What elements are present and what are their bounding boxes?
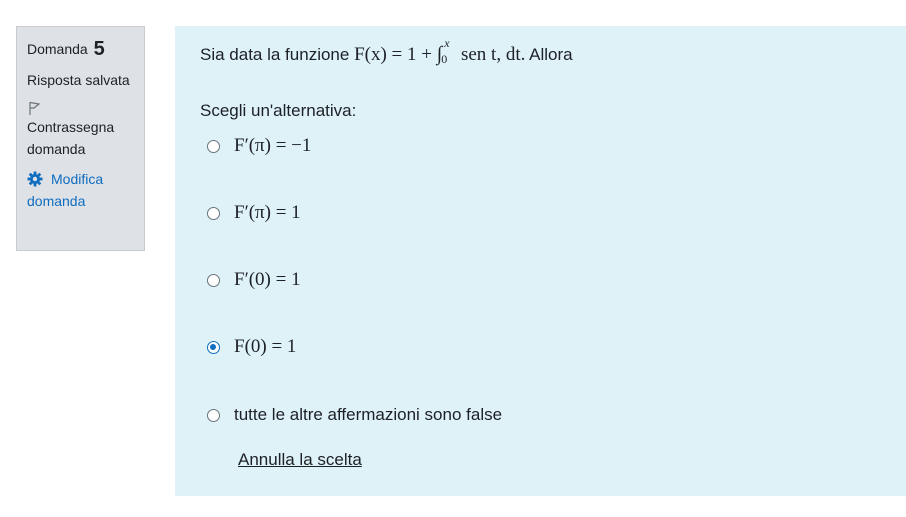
- answer-option-2[interactable]: F′(π) = 1: [207, 201, 301, 225]
- answer-option-label[interactable]: F(0) = 1: [234, 336, 296, 358]
- question-number-value: 5: [93, 38, 105, 60]
- integrand: sen t, dt.: [460, 44, 526, 65]
- answer-prompt: Scegli un'alternativa:: [200, 101, 357, 120]
- radio-button-selected[interactable]: [207, 340, 220, 354]
- answer-option-label[interactable]: tutte le altre affermazioni sono false: [234, 405, 502, 425]
- formula-lhs: F(x) = 1 +: [354, 44, 432, 65]
- answer-option-1[interactable]: F′(π) = −1: [207, 134, 311, 158]
- question-text-suffix: Allora: [529, 45, 573, 64]
- question-state: Risposta salvata: [27, 72, 130, 88]
- answer-option-5[interactable]: tutte le altre affermazioni sono false: [207, 403, 502, 427]
- answer-option-label[interactable]: F′(π) = 1: [234, 202, 301, 224]
- clear-choice-link[interactable]: Annulla la scelta: [238, 450, 362, 470]
- flag-question-label: Contrassegna domanda: [27, 119, 115, 157]
- edit-question-link[interactable]: Modifica domanda: [27, 168, 134, 212]
- question-text: Sia data la funzione F(x) = 1 + ∫ x 0 sen …: [200, 36, 573, 68]
- integral-limits: x0: [441, 36, 456, 66]
- formula: F(x) = 1 + ∫ x 0 sen t, dt.: [354, 36, 526, 66]
- flag-question-link[interactable]: Contrassegna domanda: [27, 100, 134, 160]
- question-info-panel: Domanda 5 Risposta salvata Contrassegna …: [16, 26, 145, 251]
- radio-button[interactable]: [207, 408, 220, 422]
- gear-icon: [27, 171, 43, 187]
- question-number-label: Domanda: [27, 41, 88, 57]
- question-content: Sia data la funzione F(x) = 1 + ∫ x 0 sen …: [175, 26, 906, 496]
- answer-option-label[interactable]: F′(0) = 1: [234, 269, 301, 291]
- answer-option-label[interactable]: F′(π) = −1: [234, 135, 311, 157]
- question-number: Domanda 5: [27, 37, 134, 60]
- answer-option-4[interactable]: F(0) = 1: [207, 335, 296, 359]
- answer-option-3[interactable]: F′(0) = 1: [207, 268, 301, 292]
- radio-button[interactable]: [207, 206, 220, 220]
- integral-lower-limit: 0: [441, 52, 448, 66]
- question-text-prefix: Sia data la funzione: [200, 45, 350, 64]
- radio-button[interactable]: [207, 139, 220, 153]
- flag-icon: [29, 101, 41, 115]
- radio-button[interactable]: [207, 273, 220, 287]
